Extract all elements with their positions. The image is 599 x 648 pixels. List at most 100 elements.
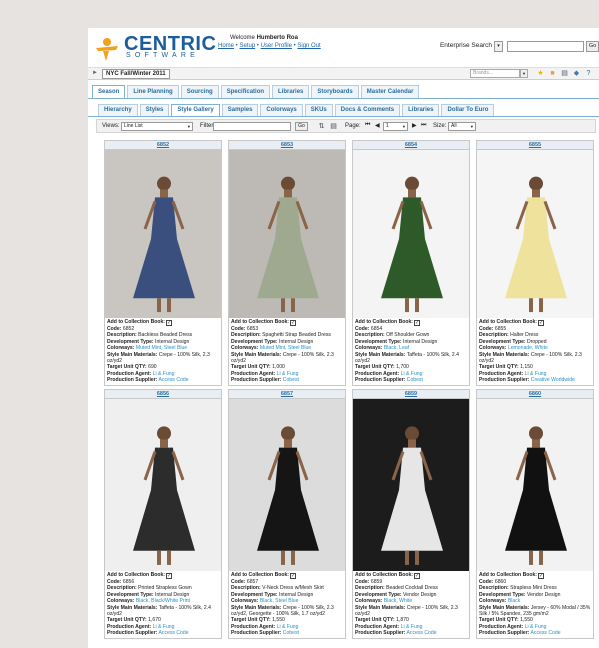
gallery-card[interactable]: 6853 Add to Collection Book: ✓ Code: 6853 De… xyxy=(228,140,346,386)
tab-libraries[interactable]: Libraries xyxy=(272,85,310,98)
tab-colorways[interactable]: Colorways xyxy=(260,104,303,116)
field-value-colorways[interactable]: Black xyxy=(508,598,520,604)
field-value-agent[interactable]: Li & Fung xyxy=(277,624,299,630)
field-value-colorways[interactable]: Lemonade, White xyxy=(508,345,548,351)
first-page-icon[interactable]: ⏮ xyxy=(365,122,370,129)
style-photo[interactable] xyxy=(229,150,345,318)
field-value-colorways[interactable]: Black, Steel Blue xyxy=(260,598,299,604)
previous-page-icon[interactable]: ◀ xyxy=(375,122,380,129)
gallery-card[interactable]: 6856 Add to Collection Book: ✓ Code: 6856 De… xyxy=(104,389,222,639)
next-page-icon[interactable]: ▶ xyxy=(412,122,417,129)
card-code-link[interactable]: 6859 xyxy=(353,390,469,399)
card-code-link[interactable]: 6857 xyxy=(229,390,345,399)
style-photo[interactable] xyxy=(477,150,593,318)
card-code-link[interactable]: 6852 xyxy=(105,141,221,150)
play-arrow-icon[interactable]: ► xyxy=(92,70,98,76)
field-value-supplier[interactable]: Access Code xyxy=(407,630,437,636)
export-icon[interactable]: ⇅ xyxy=(317,122,326,131)
field-value-colorways[interactable]: Muted Mint, Steel Blue xyxy=(260,345,311,351)
style-photo[interactable] xyxy=(353,399,469,571)
field-value-agent[interactable]: Li & Fung xyxy=(153,624,175,630)
add-to-book-checkbox[interactable]: ✓ xyxy=(538,320,545,326)
user-profile-link[interactable]: User Profile xyxy=(261,43,292,49)
tab-styles[interactable]: Styles xyxy=(139,104,170,116)
gallery-card[interactable]: 6855 Add to Collection Book: ✓ Code: 6855 De… xyxy=(476,140,594,386)
add-to-book-checkbox[interactable]: ✓ xyxy=(414,320,421,326)
print-icon[interactable]: ▤ xyxy=(560,69,569,78)
add-to-book-checkbox[interactable]: ✓ xyxy=(538,573,545,579)
home-link[interactable]: Home xyxy=(218,43,234,49)
field-value-agent[interactable]: Li & Fung xyxy=(401,371,423,377)
tab-season[interactable]: Season xyxy=(92,85,126,98)
card-code-link[interactable]: 6860 xyxy=(477,390,593,399)
folder-icon[interactable]: ■ xyxy=(548,69,557,78)
tab-dollar-to-euro[interactable]: Dollar To Euro xyxy=(441,104,495,116)
views-select[interactable]: Line List ▾ xyxy=(121,122,193,131)
style-photo[interactable] xyxy=(105,399,221,571)
brands-select[interactable]: Brands... xyxy=(470,69,520,78)
gallery-card[interactable]: 6854 Add to Collection Book: ✓ Code: 6854 De… xyxy=(352,140,470,386)
card-code-link[interactable]: 6856 xyxy=(105,390,221,399)
last-page-icon[interactable]: ⏭ xyxy=(421,122,426,129)
style-photo[interactable] xyxy=(229,399,345,571)
field-value-supplier[interactable]: Cobest xyxy=(283,630,299,636)
field-value-colorways[interactable]: Black, Black/White Print xyxy=(136,598,190,604)
filter-input[interactable] xyxy=(213,122,291,131)
card-code-link[interactable]: 6854 xyxy=(353,141,469,150)
help-icon[interactable]: ? xyxy=(584,69,593,78)
page-select[interactable]: 1 ▾ xyxy=(383,122,408,131)
add-to-book-checkbox[interactable]: ✓ xyxy=(290,573,297,579)
tab-storyboards[interactable]: Storyboards xyxy=(311,85,359,98)
tab-line-planning[interactable]: Line Planning xyxy=(127,85,179,98)
setup-link[interactable]: Setup xyxy=(239,43,255,49)
gallery-card[interactable]: 6857 Add to Collection Book: ✓ Code: 6857 De… xyxy=(228,389,346,639)
enterprise-search-dropdown[interactable]: ▾ xyxy=(494,41,503,52)
field-value-agent[interactable]: Li & Fung xyxy=(153,371,175,377)
enterprise-search-go-button[interactable]: Go xyxy=(586,41,599,52)
tab-master-calendar[interactable]: Master Calendar xyxy=(360,85,420,98)
field-value-colorways[interactable]: Black, White xyxy=(384,598,412,604)
size-select[interactable]: All ▾ xyxy=(448,122,476,131)
field-value-colorways[interactable]: Black, Leaf xyxy=(384,345,409,351)
field-value-agent[interactable]: Li & Fung xyxy=(277,371,299,377)
add-to-book-checkbox[interactable]: ✓ xyxy=(166,320,173,326)
tab-skus[interactable]: SKUs xyxy=(304,104,333,116)
field-value-supplier[interactable]: Access Code xyxy=(159,377,189,383)
tag-icon[interactable]: ◆ xyxy=(572,69,581,78)
field-value-supplier[interactable]: Cobest xyxy=(283,377,299,383)
field-value-supplier[interactable]: Access Code xyxy=(159,630,189,636)
field-value-supplier[interactable]: Cobest xyxy=(407,377,423,383)
style-photo[interactable] xyxy=(353,150,469,318)
card-code-link[interactable]: 6855 xyxy=(477,141,593,150)
season-selector[interactable]: NYC Fall/Winter 2011 xyxy=(102,69,170,79)
add-to-book-checkbox[interactable]: ✓ xyxy=(166,573,173,579)
tab-hierarchy[interactable]: Hierarchy xyxy=(98,104,138,116)
gallery-card[interactable]: 6860 Add to Collection Book: ✓ Code: 6860 De… xyxy=(476,389,594,639)
field-value-supplier[interactable]: Creative Worldwide xyxy=(531,377,575,383)
tab-libraries-secondary[interactable]: Libraries xyxy=(402,104,440,116)
add-to-book-checkbox[interactable]: ✓ xyxy=(414,573,421,579)
style-photo[interactable] xyxy=(477,399,593,571)
field-value-agent[interactable]: Li & Fung xyxy=(525,371,547,377)
tab-docs-comments[interactable]: Docs & Comments xyxy=(334,104,401,116)
add-to-book-checkbox[interactable]: ✓ xyxy=(290,320,297,326)
filter-go-button[interactable]: Go xyxy=(295,122,308,131)
star-icon[interactable]: ★ xyxy=(536,69,545,78)
card-code-link[interactable]: 6853 xyxy=(229,141,345,150)
field-value-colorways[interactable]: Muted Mint, Steel Blue xyxy=(136,345,187,351)
brands-dropdown-arrow[interactable]: ▾ xyxy=(520,69,528,78)
field-value-agent[interactable]: Li & Fung xyxy=(401,624,423,630)
tab-samples[interactable]: Samples xyxy=(221,104,259,116)
gallery-card[interactable]: 6852 Add to Collection Book: ✓ Code: 6852 De… xyxy=(104,140,222,386)
gallery-card[interactable]: 6859 Add to Collection Book: ✓ Code: 6859 De… xyxy=(352,389,470,639)
sign-out-link[interactable]: Sign Out xyxy=(297,43,320,49)
field-value-supplier[interactable]: Access Code xyxy=(531,630,561,636)
tab-style-gallery[interactable]: Style Gallery xyxy=(171,104,220,116)
tab-specification[interactable]: Specification xyxy=(220,85,271,98)
centric-logo[interactable]: CENTRIC SOFTWARE xyxy=(94,33,216,63)
style-photo[interactable] xyxy=(105,150,221,318)
tab-sourcing[interactable]: Sourcing xyxy=(180,85,219,98)
print-icon[interactable]: ▤ xyxy=(329,122,338,131)
enterprise-search-input[interactable] xyxy=(507,41,584,52)
field-value-agent[interactable]: Li & Fung xyxy=(525,624,547,630)
